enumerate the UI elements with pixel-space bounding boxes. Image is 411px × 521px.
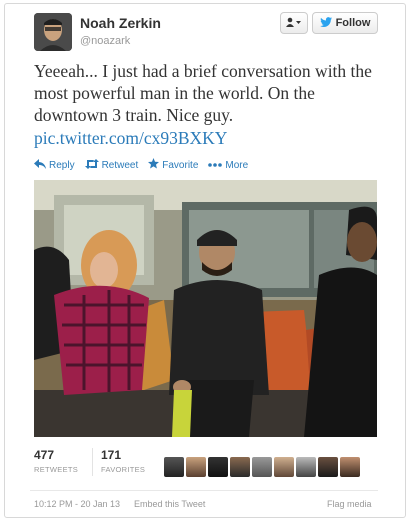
avatar[interactable] <box>252 457 272 477</box>
more-action[interactable]: More <box>208 158 248 172</box>
follow-button[interactable]: Follow <box>312 12 378 34</box>
avatar[interactable] <box>340 457 360 477</box>
avatar[interactable] <box>274 457 294 477</box>
footer-divider <box>30 490 378 491</box>
user-handle[interactable]: @noazark <box>80 35 130 47</box>
tweet-photo[interactable] <box>34 180 377 437</box>
reply-action[interactable]: Reply <box>34 158 75 172</box>
person-dropdown-icon <box>286 17 302 30</box>
follow-button-label: Follow <box>335 17 371 29</box>
reply-label: Reply <box>49 159 75 171</box>
twitter-bird-icon <box>319 16 332 30</box>
user-avatar[interactable] <box>34 13 72 51</box>
tweet-text: Yeeeah... I just had a brief conversatio… <box>34 61 372 125</box>
favorites-count: 171 <box>101 448 122 462</box>
user-actions-dropdown-button[interactable] <box>280 12 308 34</box>
tweet-stats: 477 RETWEETS 171 FAVORITES <box>34 448 159 476</box>
avatar[interactable] <box>296 457 316 477</box>
tweet-timestamp[interactable]: 10:12 PM - 20 Jan 13 <box>34 499 120 509</box>
favorite-label: Favorite <box>162 159 199 171</box>
avatar[interactable] <box>164 457 184 477</box>
retweet-icon <box>84 158 99 172</box>
star-icon <box>148 158 160 172</box>
more-dots-icon <box>208 159 223 171</box>
user-display-name[interactable]: Noah Zerkin <box>80 15 161 31</box>
favorites-stat[interactable]: 171 FAVORITES <box>101 448 159 476</box>
favoriters-avatars <box>164 457 360 477</box>
flag-media-link[interactable]: Flag media <box>327 499 372 509</box>
avatar[interactable] <box>186 457 206 477</box>
embed-tweet-link[interactable]: Embed this Tweet <box>134 499 205 509</box>
more-label: More <box>225 159 249 171</box>
retweet-action[interactable]: Retweet <box>84 158 139 172</box>
avatar[interactable] <box>208 457 228 477</box>
tweet-actions: Reply Retweet Favorite More <box>34 158 248 172</box>
retweets-stat[interactable]: 477 RETWEETS <box>34 448 92 476</box>
avatar[interactable] <box>230 457 250 477</box>
retweet-label: Retweet <box>101 159 139 171</box>
retweets-label: RETWEETS <box>34 465 79 474</box>
reply-arrow-icon <box>34 158 46 172</box>
favorites-label: FAVORITES <box>101 465 146 474</box>
tweet-media-link[interactable]: pic.twitter.com/cx93BXKY <box>34 128 227 149</box>
favorite-action[interactable]: Favorite <box>148 158 198 172</box>
stats-divider <box>92 448 93 476</box>
retweets-count: 477 <box>34 448 55 462</box>
avatar[interactable] <box>318 457 338 477</box>
